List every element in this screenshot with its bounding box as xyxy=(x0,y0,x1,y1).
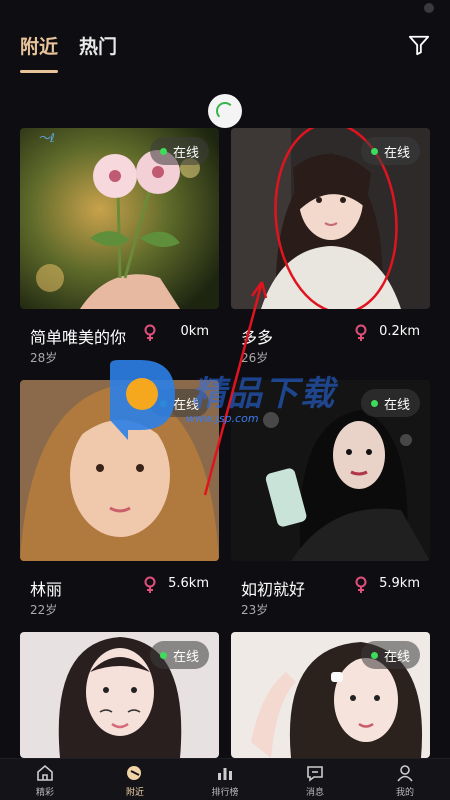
bottom-tab-bar: 精彩 附近 排行榜 消息 我的 xyxy=(0,758,450,800)
online-badge: 在线 xyxy=(149,389,209,417)
online-status-text: 在线 xyxy=(172,649,199,665)
tabbar-item-profile[interactable]: 我的 xyxy=(375,763,435,798)
tabbar-label: 精彩 xyxy=(35,788,54,798)
user-name: 多多 xyxy=(241,328,274,347)
user-photo[interactable]: 在线 xyxy=(20,632,219,758)
online-status-text: 在线 xyxy=(172,397,199,413)
svg-text:～ℓ: ～ℓ xyxy=(38,131,55,145)
user-card[interactable]: 在线 如初就好 23岁 5.9km xyxy=(231,380,430,625)
tab-popular[interactable]: 热门 xyxy=(79,32,117,59)
user-age: 22岁 xyxy=(30,603,58,617)
user-photo[interactable]: 在线 xyxy=(231,380,430,561)
user-photo[interactable]: ～ℓ 在线 xyxy=(20,128,219,309)
message-icon xyxy=(307,766,323,782)
profile-icon xyxy=(397,765,413,782)
user-photo[interactable]: 在线 xyxy=(231,632,430,758)
tab-popular-label: 热门 xyxy=(79,36,118,58)
online-status-text: 在线 xyxy=(172,145,199,161)
user-age: 23岁 xyxy=(241,603,269,617)
online-badge: 在线 xyxy=(360,389,420,417)
header: 附近 热门 xyxy=(0,26,450,76)
active-tab-indicator xyxy=(20,70,58,73)
user-card[interactable]: 在线 林丽 22岁 5.6km xyxy=(20,380,219,625)
home-icon xyxy=(37,764,53,781)
online-dot-icon xyxy=(159,651,167,659)
online-dot-icon xyxy=(370,651,378,659)
filter-icon[interactable] xyxy=(408,34,430,56)
user-name: 林丽 xyxy=(30,580,63,599)
female-icon xyxy=(144,324,156,341)
status-indicator-icon xyxy=(424,3,434,13)
user-card[interactable]: 在线 xyxy=(231,632,430,758)
user-photo[interactable]: 在线 xyxy=(20,380,219,561)
user-distance: 0.2km xyxy=(379,324,420,339)
tab-nearby[interactable]: 附近 xyxy=(20,32,59,73)
user-card[interactable]: ～ℓ 在线 简单唯美的你 28岁 0km xyxy=(20,128,219,373)
user-name: 如初就好 xyxy=(241,580,306,599)
user-distance: 0km xyxy=(180,324,209,339)
status-bar xyxy=(0,0,450,18)
online-badge: 在线 xyxy=(149,641,209,669)
female-icon xyxy=(355,576,367,593)
online-dot-icon xyxy=(159,399,167,407)
online-badge: 在线 xyxy=(360,137,420,165)
tabbar-label: 消息 xyxy=(305,788,324,798)
tab-nearby-label: 附近 xyxy=(20,36,59,58)
tabbar-label: 我的 xyxy=(395,788,414,798)
online-status-text: 在线 xyxy=(383,145,410,161)
online-dot-icon xyxy=(159,147,167,155)
user-distance: 5.9km xyxy=(379,576,420,591)
user-age: 28岁 xyxy=(30,351,58,365)
online-dot-icon xyxy=(370,399,378,407)
online-status-text: 在线 xyxy=(383,649,410,665)
ranking-icon xyxy=(218,768,232,780)
nearby-icon xyxy=(127,766,141,780)
female-icon xyxy=(144,576,156,593)
user-photo[interactable]: 在线 xyxy=(231,128,430,309)
online-status-text: 在线 xyxy=(383,397,410,413)
online-badge: 在线 xyxy=(360,641,420,669)
online-badge: 在线 xyxy=(149,137,209,165)
tabbar-item-messages[interactable]: 消息 xyxy=(285,763,345,798)
user-distance: 5.6km xyxy=(168,576,209,591)
loading-spinner-icon xyxy=(216,102,234,120)
user-age: 26岁 xyxy=(241,351,269,365)
online-dot-icon xyxy=(370,147,378,155)
tabbar-item-home[interactable]: 精彩 xyxy=(15,763,75,798)
loading-spinner xyxy=(208,94,242,128)
user-card[interactable]: 在线 多多 26岁 0.2km xyxy=(231,128,430,373)
tabbar-label: 排行榜 xyxy=(211,788,239,798)
female-icon xyxy=(355,324,367,341)
tabbar-item-nearby[interactable]: 附近 xyxy=(105,763,165,798)
user-card[interactable]: 在线 xyxy=(20,632,219,758)
user-name: 简单唯美的你 xyxy=(30,328,127,347)
tabbar-label: 附近 xyxy=(125,788,144,798)
tabbar-item-ranking[interactable]: 排行榜 xyxy=(195,763,255,798)
